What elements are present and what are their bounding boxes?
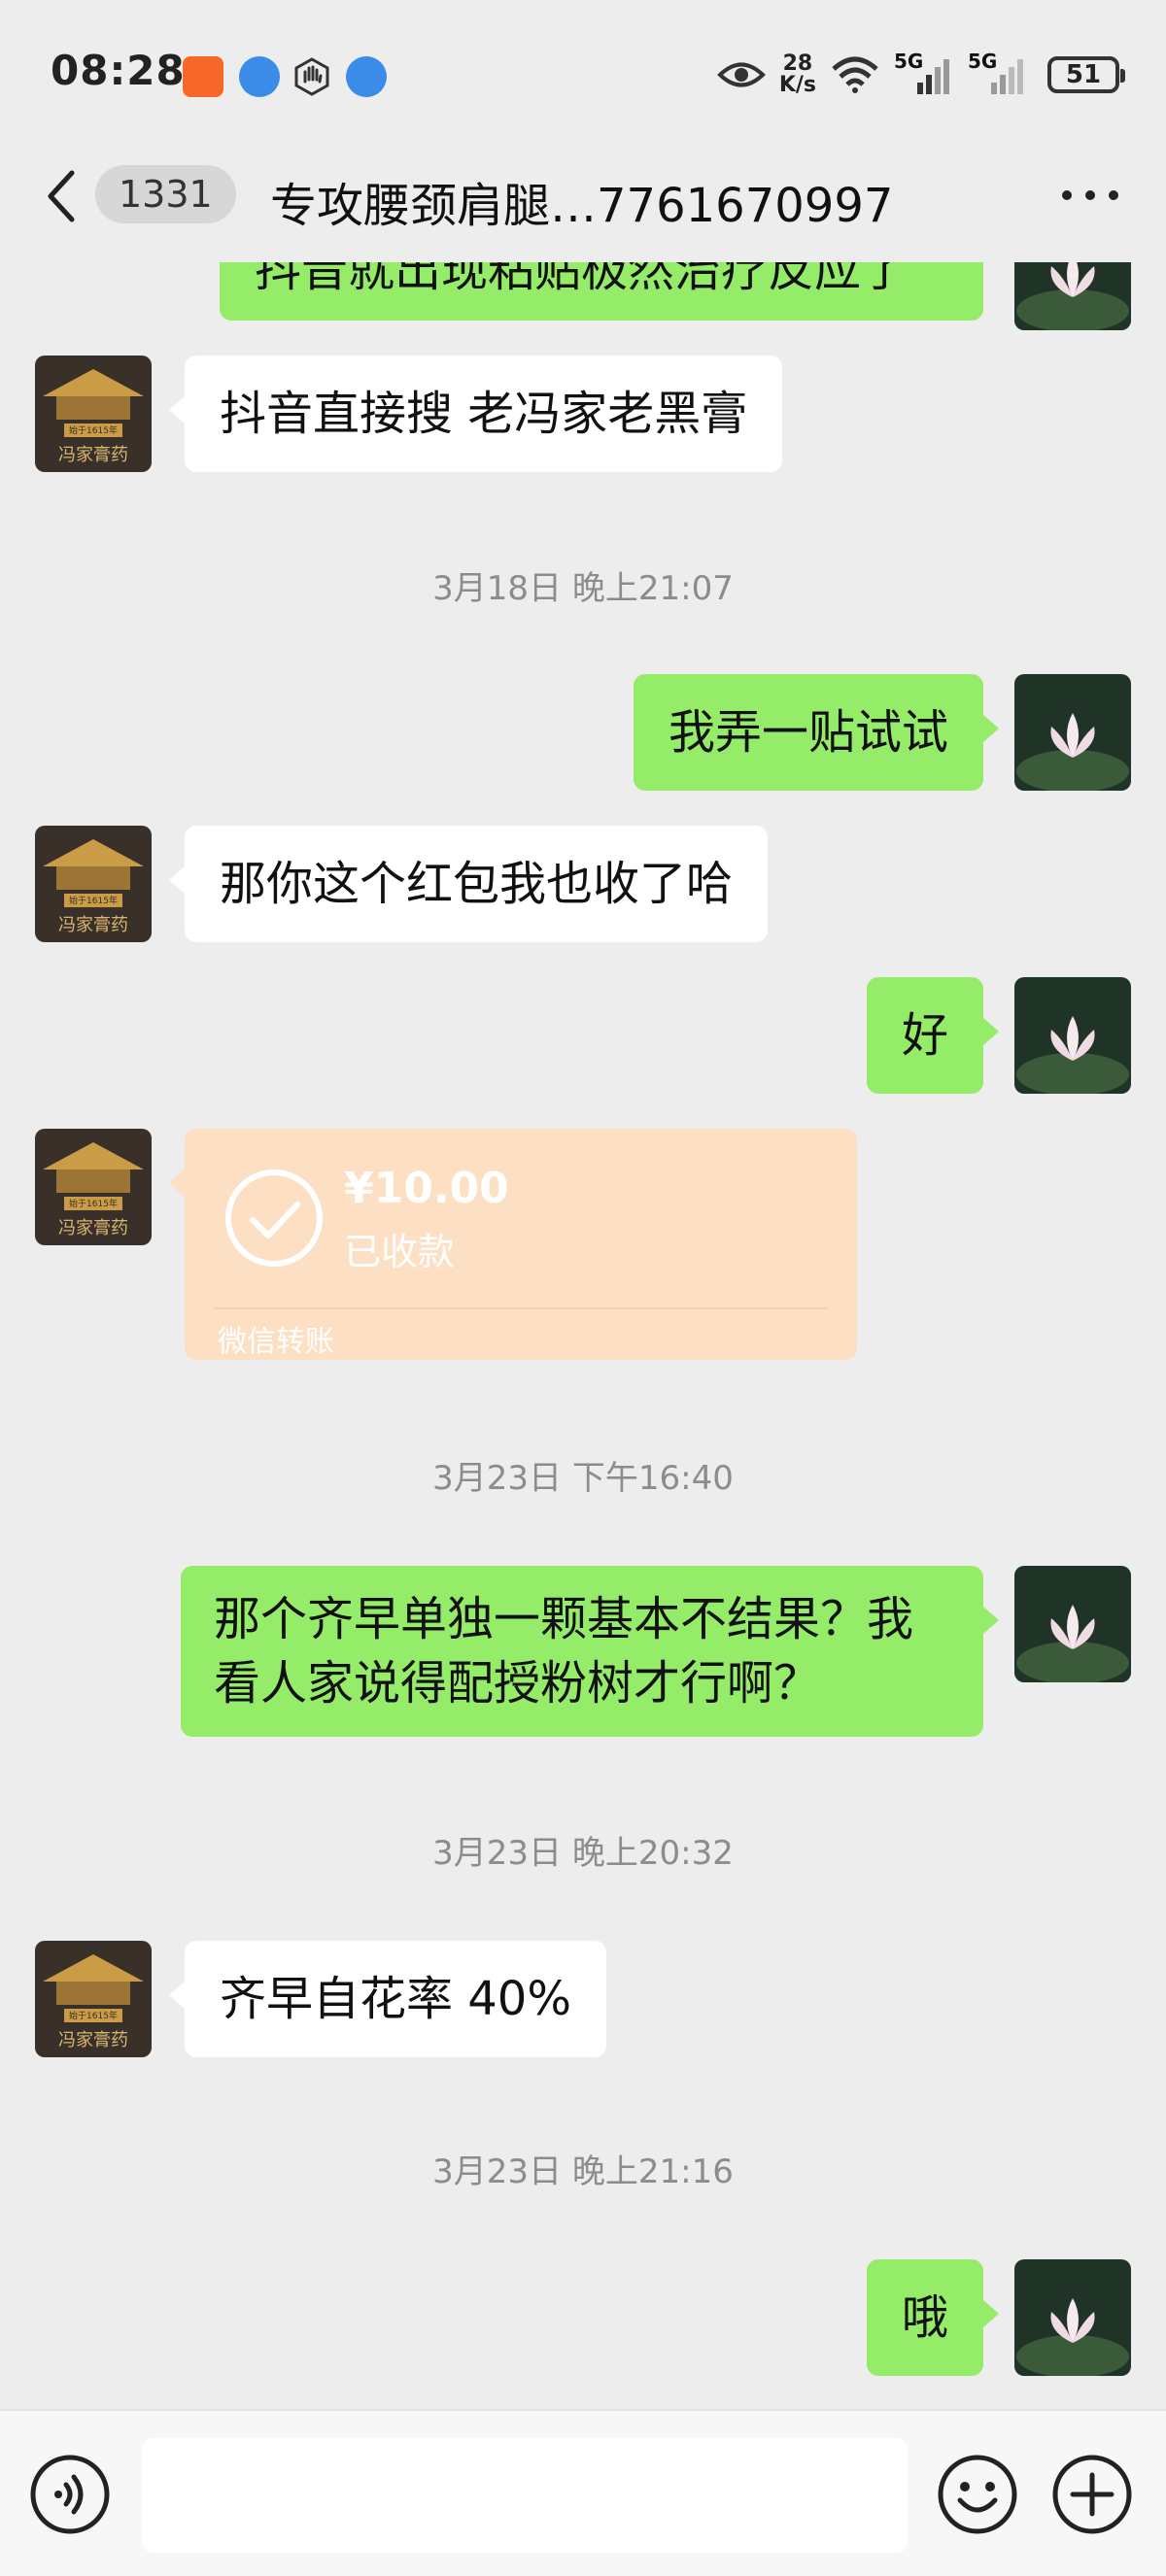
message-bubble-mine[interactable]: 哦 bbox=[866, 2259, 1000, 2376]
svg-text:始于1615年: 始于1615年 bbox=[69, 424, 118, 436]
svg-text:冯家膏药: 冯家膏药 bbox=[58, 914, 128, 935]
transfer-amount: ¥10.00 bbox=[344, 1164, 509, 1213]
svg-text:冯家膏药: 冯家膏药 bbox=[58, 444, 128, 465]
hand-icon bbox=[294, 57, 329, 96]
svg-text:冯家膏药: 冯家膏药 bbox=[58, 1217, 128, 1238]
svg-text:冯家膏药: 冯家膏药 bbox=[58, 2029, 128, 2051]
my-avatar[interactable] bbox=[1014, 1566, 1131, 1682]
more-icon[interactable] bbox=[1059, 181, 1121, 210]
timestamp: 3月23日 晚上20:32 bbox=[432, 1834, 734, 1873]
network-speed: 28 K/s bbox=[778, 51, 816, 97]
divider bbox=[214, 1307, 828, 1309]
signal-icon: 5G bbox=[894, 50, 954, 96]
wifi-icon bbox=[832, 56, 878, 93]
message-bubble-mine[interactable]: 抖音就出现粘贴极然治疗反应了 bbox=[220, 262, 983, 321]
plus-icon[interactable] bbox=[1051, 2454, 1133, 2535]
message-bubble-theirs[interactable]: 那你这个红包我也收了哈 bbox=[168, 826, 769, 942]
message-bubble-theirs[interactable]: 齐早自花率 40% bbox=[169, 1941, 606, 2057]
message-input[interactable] bbox=[142, 2438, 908, 2553]
signal-icon-2: 5G bbox=[968, 50, 1028, 96]
check-icon bbox=[225, 1169, 323, 1267]
transfer-label: 微信转账 bbox=[218, 1325, 334, 1359]
message-bubble-mine[interactable]: 那个齐早单独一颗基本不结果？我看人家说得配授粉树才行啊？ bbox=[181, 1566, 999, 1737]
my-avatar[interactable] bbox=[1014, 262, 1131, 330]
message-bubble-theirs[interactable]: 抖音直接搜 老冯家老黑膏 bbox=[168, 356, 783, 472]
battery-icon: 51 bbox=[1047, 56, 1125, 93]
status-indicators: 28 K/s 5G 5G 51 bbox=[716, 50, 1125, 99]
input-bar bbox=[0, 2409, 1166, 2576]
status-time: 08:28 bbox=[51, 47, 186, 94]
message-list[interactable]: 抖音就出现粘贴极然治疗反应了 始于1615年 冯家膏药 抖音直接搜 老冯家老黑膏… bbox=[0, 262, 1166, 2409]
status-bar: 08:28 28 K/s 5G 5G 51 bbox=[0, 0, 1166, 146]
browser-icon bbox=[239, 56, 280, 97]
my-avatar[interactable] bbox=[1014, 2259, 1131, 2376]
browser-icon-2 bbox=[346, 56, 387, 97]
svg-text:始于1615年: 始于1615年 bbox=[69, 1198, 118, 1209]
notification-app-icon bbox=[183, 56, 223, 97]
emoji-icon[interactable] bbox=[937, 2454, 1018, 2535]
contact-avatar[interactable]: 始于1615年 冯家膏药 bbox=[35, 1129, 152, 1245]
contact-avatar[interactable]: 始于1615年 冯家膏药 bbox=[35, 1941, 152, 2057]
contact-avatar[interactable]: 始于1615年 冯家膏药 bbox=[35, 356, 152, 472]
my-avatar[interactable] bbox=[1014, 977, 1131, 1094]
svg-text:始于1615年: 始于1615年 bbox=[69, 2010, 118, 2021]
unread-count-badge[interactable]: 1331 bbox=[95, 165, 236, 223]
contact-avatar[interactable]: 始于1615年 冯家膏药 bbox=[35, 826, 152, 942]
chat-title: 专攻腰颈肩腿…7761670997 bbox=[270, 179, 894, 233]
transfer-card[interactable]: ¥10.00 已收款 微信转账 bbox=[169, 1129, 857, 1360]
svg-text:始于1615年: 始于1615年 bbox=[69, 895, 118, 906]
timestamp: 3月18日 晚上21:07 bbox=[432, 569, 734, 608]
back-arrow-icon[interactable] bbox=[39, 167, 87, 225]
message-bubble-mine[interactable]: 好 bbox=[866, 977, 1000, 1094]
transfer-status: 已收款 bbox=[344, 1231, 456, 1273]
timestamp: 3月23日 晚上21:16 bbox=[432, 2152, 734, 2191]
my-avatar[interactable] bbox=[1014, 674, 1131, 791]
message-bubble-mine[interactable]: 我弄一贴试试 bbox=[633, 674, 1000, 791]
eye-icon bbox=[716, 62, 766, 87]
voice-icon[interactable] bbox=[29, 2454, 111, 2535]
timestamp: 3月23日 下午16:40 bbox=[432, 1459, 734, 1498]
